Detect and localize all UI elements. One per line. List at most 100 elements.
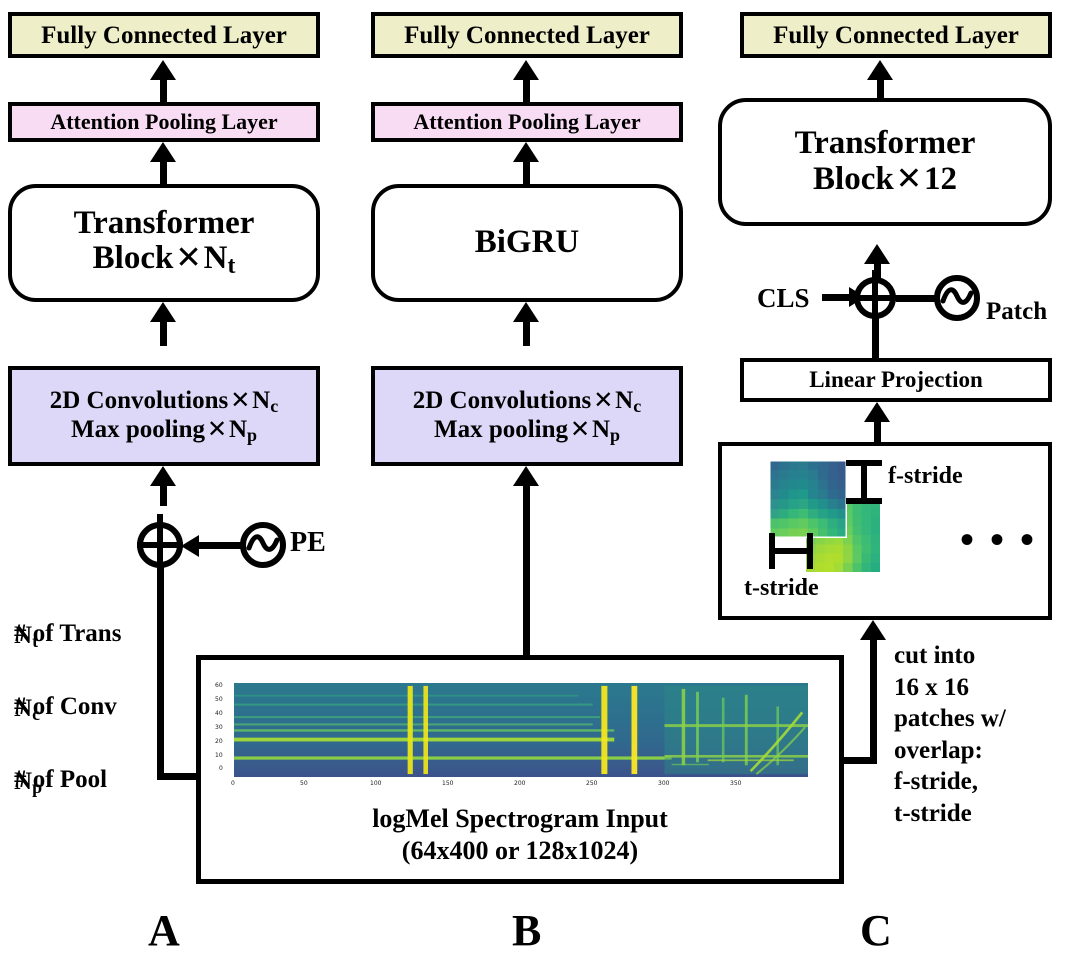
column-c-patch-pe-sine-glyph — [940, 287, 974, 305]
column-label-b: B — [512, 906, 542, 955]
column-a-arrow-backbone-to-attn-shaft — [160, 160, 167, 184]
column-a-backbone-line2: Block✕Nt — [93, 241, 236, 280]
column-c-cls-label: CLS — [757, 283, 810, 313]
column-b-conv-line2: Max pooling✕Np — [434, 416, 620, 445]
spectrogram-heatmap — [234, 683, 808, 777]
spectrogram-xtick-300: 300 — [658, 780, 670, 787]
column-b-conv-line1-times: ✕ — [593, 387, 614, 414]
column-a-pe-sine-glyph — [246, 534, 280, 552]
column-a-backbone-count: N — [203, 240, 228, 277]
spectrogram-y-axis: 60 50 40 30 20 10 0 — [201, 660, 235, 780]
t-stride-caliper-right — [807, 533, 813, 569]
column-a-pe-arrow-head — [181, 535, 199, 557]
column-c-linear-projection-label: Linear Projection — [809, 366, 983, 392]
column-b-bigru-block: BiGRU — [371, 184, 683, 302]
column-a-conv-line2-count: N — [228, 416, 247, 443]
column-a-arrow-backbone-to-attn-head — [150, 142, 176, 162]
spectrogram-ytick-0: 0 — [219, 765, 223, 772]
column-c-arrow-backbone-to-fc-shaft — [877, 78, 884, 98]
spectrogram-xtick-50: 50 — [300, 780, 308, 787]
column-label-c: C — [860, 906, 892, 955]
spectrogram-xtick-350: 350 — [730, 780, 742, 787]
column-b-attention-label: Attention Pooling Layer — [413, 109, 641, 135]
column-a-conv-line2-times: ✕ — [207, 417, 227, 443]
column-a-attention-label: Attention Pooling Layer — [50, 109, 278, 135]
column-a-arrow-attn-to-fc-head — [150, 60, 176, 80]
spectrogram-caption-line1: logMel Spectrogram Input — [372, 804, 668, 833]
column-b-arrow-conv-to-backbone-shaft — [523, 320, 530, 346]
column-a-conv-line2-count-sub: p — [247, 424, 258, 445]
column-b-conv-line2-count: N — [591, 416, 610, 443]
spectrogram-ytick-30: 30 — [215, 724, 223, 731]
column-c-cls-arrow-shaft — [822, 294, 852, 301]
column-b-conv-line2-prefix: Max pooling — [433, 416, 569, 443]
column-c-linear-projection: Linear Projection — [740, 358, 1052, 402]
column-a-pe-label: PE — [290, 527, 326, 558]
column-b-fc-label: Fully Connected Layer — [404, 21, 650, 49]
column-b-conv-line2-count-sub: p — [610, 424, 621, 445]
column-b-fully-connected-layer: Fully Connected Layer — [371, 12, 683, 58]
column-c-arrow-patch-to-linear-shaft — [874, 420, 881, 442]
column-a-conv-line1-times: ✕ — [230, 387, 251, 414]
column-c-input-arrow-head — [860, 620, 886, 640]
spectrogram-xtick-0: 0 — [231, 780, 235, 787]
column-a-conv-line2: Max pooling✕Np — [71, 416, 257, 445]
column-a-arrow-conv-to-backbone-shaft — [160, 320, 167, 346]
column-c-backbone-line1: Transformer — [794, 125, 976, 162]
column-b-conv-line1-count-sub: c — [633, 395, 642, 416]
column-a-convolution-block: 2D Convolutions✕Nc Max pooling✕Np — [8, 366, 320, 466]
f-stride-caliper-bottom — [846, 498, 882, 504]
column-b-arrow-backbone-to-attn-head — [513, 142, 539, 162]
column-c-arrow-patch-to-linear-head — [864, 402, 890, 422]
spectrogram-ytick-10: 10 — [215, 752, 223, 759]
column-a-backbone-times: ✕ — [175, 240, 202, 276]
spectrogram-ytick-20: 20 — [215, 738, 223, 745]
column-b-attention-pooling-layer: Attention Pooling Layer — [371, 102, 683, 142]
spectrogram-xtick-100: 100 — [370, 780, 382, 787]
column-b-convolution-block: 2D Convolutions✕Nc Max pooling✕Np — [371, 366, 683, 466]
spectrogram-ytick-40: 40 — [215, 710, 223, 717]
column-a-backbone-line1: Transformer — [73, 204, 255, 241]
column-a-arrow-conv-to-backbone-head — [150, 302, 176, 322]
column-a-transformer-block: Transformer Block✕Nt — [8, 184, 320, 302]
spectrogram-xtick-150: 150 — [442, 780, 454, 787]
column-a-arrow-sum-to-conv-head — [150, 466, 176, 486]
column-a-backbone-count-sub: t — [227, 253, 236, 280]
spectrogram-x-axis: 0 50 100 150 200 250 300 350 — [231, 778, 808, 792]
column-b-backbone-label: BiGRU — [474, 224, 580, 261]
spectrogram-input-box: 60 50 40 30 20 10 0 0 50 100 150 200 250… — [196, 655, 844, 884]
diagram-canvas: Fully Connected Layer Attention Pooling … — [0, 0, 1080, 968]
t-stride-label: t-stride — [744, 575, 819, 601]
column-c-linear-to-sum-shaft — [872, 318, 879, 360]
column-a-conv-line1: 2D Convolutions✕Nc — [50, 387, 278, 416]
column-b-conv-line1-count: N — [615, 386, 634, 414]
spectrogram-ytick-50: 50 — [215, 696, 223, 703]
column-c-patch-illustration-box: f-stride t-stride • • • — [718, 442, 1052, 620]
column-b-arrow-backbone-to-attn-shaft — [523, 160, 530, 184]
column-c-arrow-sum-to-backbone-head — [864, 244, 890, 264]
spectrogram-ytick-60: 60 — [215, 682, 223, 689]
column-a-fully-connected-layer: Fully Connected Layer — [8, 12, 320, 58]
column-a-conv-line1-count-sub: c — [270, 395, 279, 416]
legend-entry-nc-meaning: # of Conv — [14, 693, 117, 720]
column-b-arrow-attn-to-fc-shaft — [523, 78, 530, 102]
column-b-arrow-attn-to-fc-head — [513, 60, 539, 80]
column-c-backbone-line2-prefix: Block — [813, 161, 894, 197]
column-c-input-arrow-elbow — [840, 757, 877, 764]
spectrogram-xtick-200: 200 — [514, 780, 526, 787]
column-b-input-arrow-head — [513, 466, 539, 486]
patch-square-front — [769, 460, 847, 538]
column-c-backbone-line2: Block✕12 — [813, 161, 957, 198]
column-c-transformer-block: Transformer Block✕12 — [718, 98, 1052, 226]
column-a-fc-label: Fully Connected Layer — [41, 21, 287, 49]
column-c-fc-label: Fully Connected Layer — [773, 21, 1019, 49]
spectrogram-caption-line2: (64x400 or 128x1024) — [401, 836, 639, 865]
column-a-arrow-sum-to-conv-shaft — [160, 484, 167, 506]
column-b-conv-line2-times: ✕ — [570, 417, 590, 443]
column-a-backbone-line2-prefix: Block — [92, 240, 174, 277]
column-c-backbone-times: ✕ — [895, 161, 922, 196]
column-b-input-arrow-shaft — [523, 484, 530, 656]
column-b-conv-line1: 2D Convolutions✕Nc — [413, 387, 641, 416]
column-a-conv-line1-count: N — [252, 386, 271, 414]
column-c-input-arrow-shaft — [870, 638, 877, 764]
